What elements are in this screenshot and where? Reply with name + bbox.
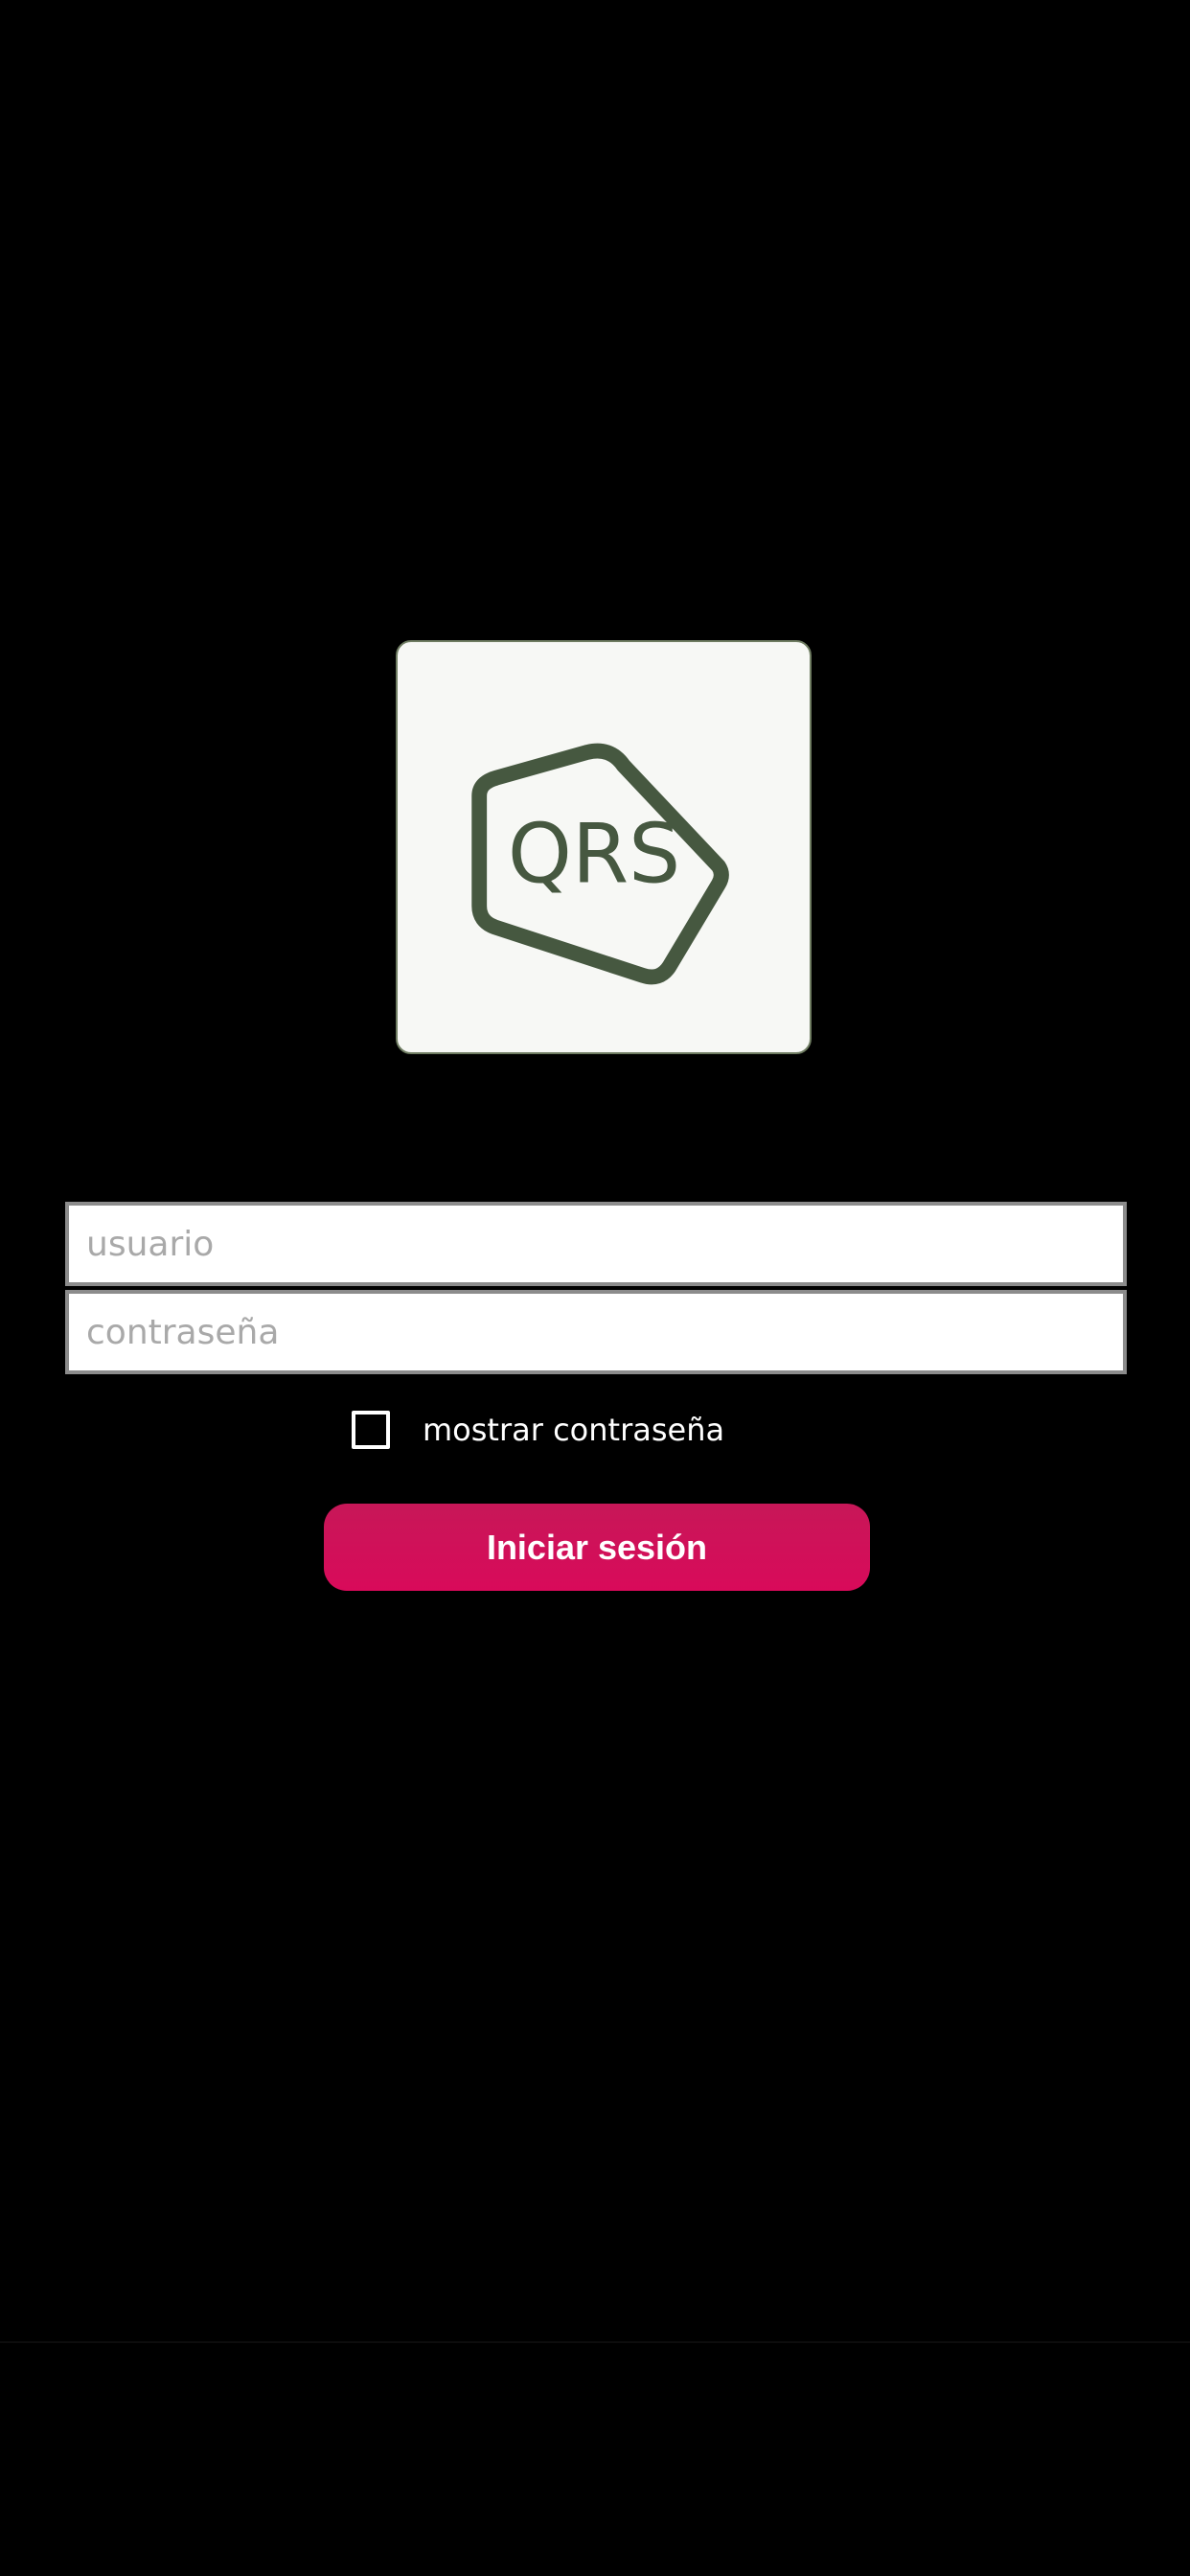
app-logo: QRS: [396, 640, 812, 1054]
logo-text: QRS: [508, 808, 680, 903]
show-password-row[interactable]: mostrar contraseña: [352, 1409, 724, 1451]
show-password-label: mostrar contraseña: [423, 1412, 725, 1448]
password-input[interactable]: [65, 1290, 1127, 1374]
bottom-divider: [0, 2341, 1190, 2343]
username-input[interactable]: [65, 1202, 1127, 1286]
show-password-checkbox[interactable]: [352, 1411, 390, 1449]
login-button[interactable]: Iniciar sesión: [324, 1504, 870, 1591]
logo-graphic: QRS: [471, 743, 729, 985]
